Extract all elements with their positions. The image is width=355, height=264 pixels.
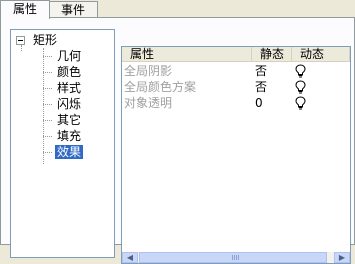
tree-item-label: 几何 — [57, 49, 82, 63]
collapse-toggle-icon[interactable] — [16, 36, 25, 45]
table-row[interactable]: 对象透明 0 — [122, 95, 350, 111]
static-value[interactable]: 否 — [255, 63, 267, 79]
scroll-thumb[interactable] — [139, 252, 327, 263]
tree-item-label: 其它 — [57, 113, 82, 127]
lightbulb-icon[interactable] — [294, 64, 307, 80]
tree-item-label: 效果 — [57, 145, 82, 159]
category-tree[interactable]: 矩形 几何 颜色 样式 闪烁 其它 填充 效果 — [10, 29, 115, 258]
tab-events[interactable]: 事件 — [48, 1, 98, 18]
column-header-dynamic[interactable]: 动态 — [292, 47, 350, 62]
tab-strip: 属性 事件 — [0, 0, 355, 19]
tree-item-other[interactable]: 其它 — [43, 113, 83, 127]
column-header-static[interactable]: 静态 — [252, 47, 292, 62]
table-row[interactable]: 全局阴影 否 — [122, 63, 350, 79]
tree-item-label: 填充 — [57, 129, 82, 143]
tree-item-blink[interactable]: 闪烁 — [43, 97, 83, 111]
property-name: 全局颜色方案 — [124, 80, 197, 94]
scroll-left-arrow-icon[interactable]: ◀ — [122, 252, 138, 263]
column-header-property[interactable]: 属性 — [122, 47, 252, 62]
tree-item-geometry[interactable]: 几何 — [43, 49, 83, 63]
table-row[interactable]: 全局颜色方案 否 — [122, 79, 350, 95]
tree-connector — [43, 48, 45, 164]
static-value[interactable]: 否 — [255, 79, 267, 95]
tree-item-label: 颜色 — [57, 65, 82, 79]
horizontal-scrollbar[interactable]: ◀ ▶ — [122, 252, 350, 263]
lightbulb-icon[interactable] — [294, 80, 307, 96]
property-grid: 属性 静态 动态 全局阴影 否 全局颜色方案 否 对象透明 0 ◀ ▶ — [121, 46, 351, 264]
grip-icon — [232, 255, 240, 260]
tree-item-label: 闪烁 — [57, 97, 82, 111]
property-name: 对象透明 — [124, 96, 173, 110]
tree-item-fill[interactable]: 填充 — [43, 129, 83, 143]
static-value[interactable]: 0 — [255, 95, 263, 111]
scroll-right-arrow-icon[interactable]: ▶ — [334, 252, 350, 263]
property-name: 全局阴影 — [124, 64, 173, 78]
tab-properties[interactable]: 属性 — [0, 0, 50, 19]
lightbulb-icon[interactable] — [294, 96, 307, 112]
tree-root-rectangle[interactable]: 矩形 — [33, 32, 57, 48]
tree-item-effects[interactable]: 效果 — [43, 145, 84, 159]
tree-item-color[interactable]: 颜色 — [43, 65, 83, 79]
grid-header: 属性 静态 动态 — [122, 47, 350, 63]
tree-item-style[interactable]: 样式 — [43, 81, 83, 95]
tree-connector — [21, 45, 23, 51]
properties-panel: 矩形 几何 颜色 样式 闪烁 其它 填充 效果 属性 静态 动态 全局阴影 否 … — [0, 17, 355, 264]
tree-item-label: 样式 — [57, 81, 82, 95]
